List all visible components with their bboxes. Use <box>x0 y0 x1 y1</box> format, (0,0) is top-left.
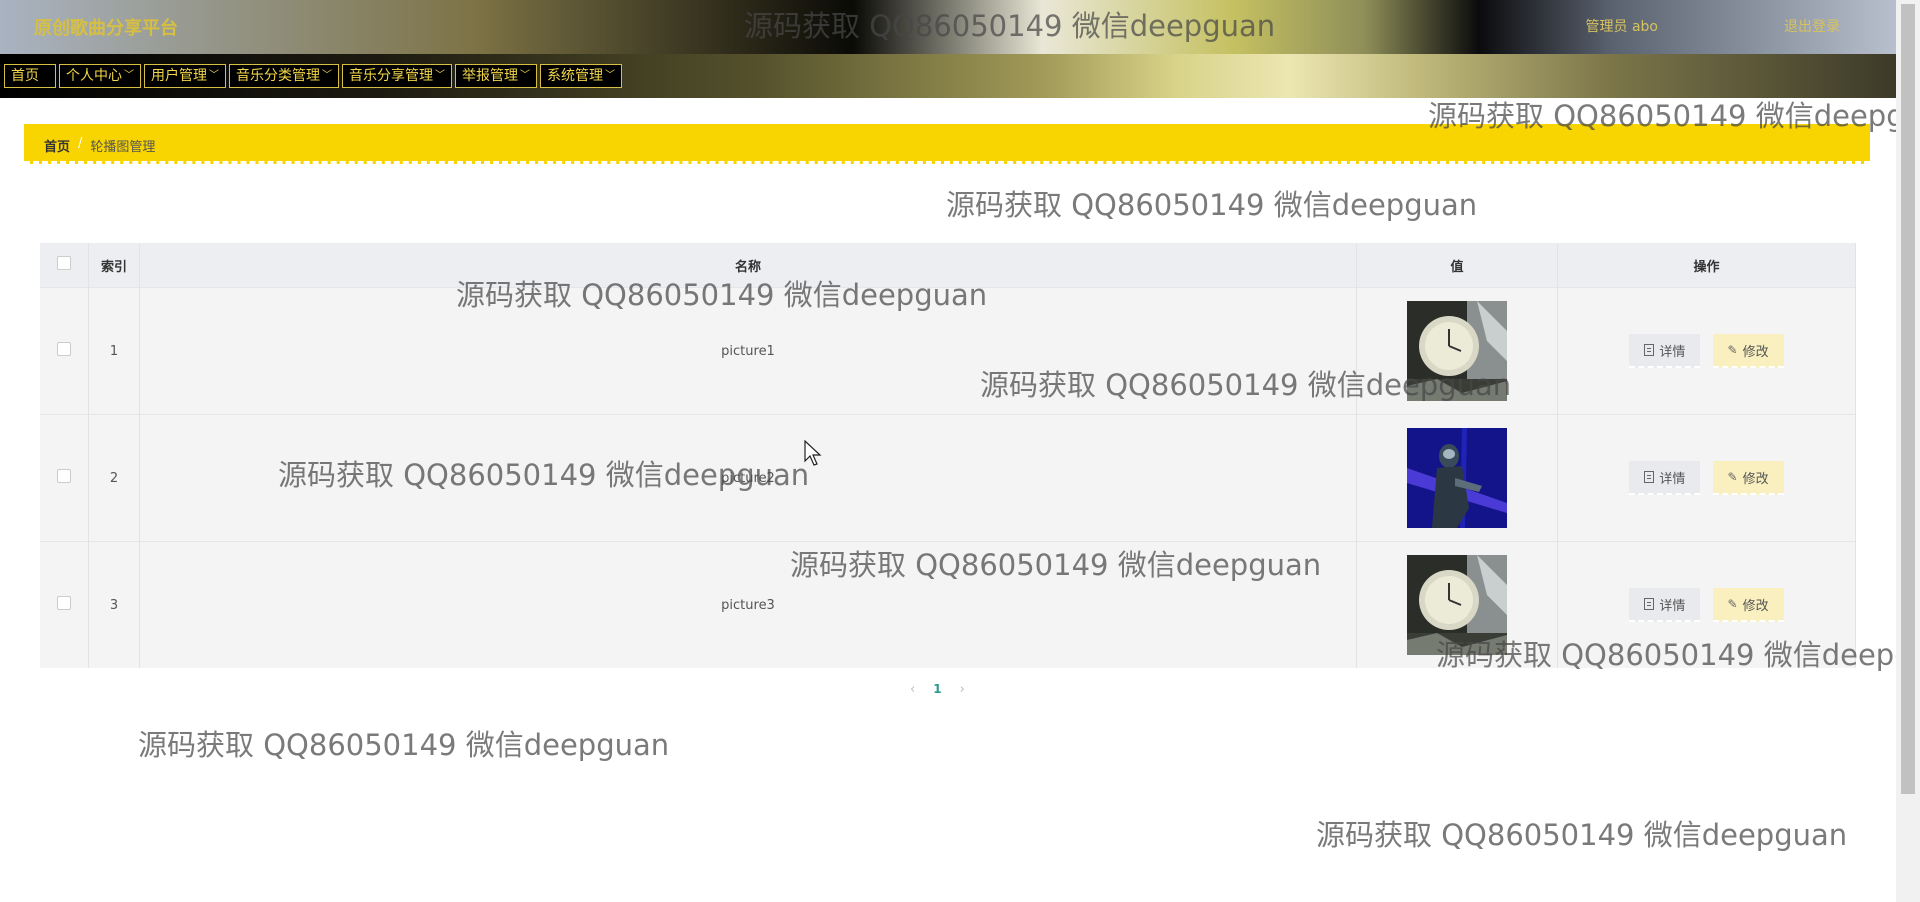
pagination-next[interactable]: › <box>960 682 965 697</box>
watermark-text: 源码获取 QQ86050149 微信deepguan <box>946 188 1478 222</box>
select-all-cell <box>40 243 89 288</box>
row-name: picture3 <box>139 541 1357 668</box>
column-header-name: 名称 <box>139 243 1357 288</box>
row-checkbox[interactable] <box>57 469 71 483</box>
mouse-cursor-icon <box>804 440 822 466</box>
detail-button[interactable]: 详情 <box>1629 461 1701 495</box>
chevron-down-icon: ﹀ <box>435 70 445 81</box>
row-checkbox[interactable] <box>57 342 71 356</box>
table-row: 3 picture3 详情 ✎ 修改 <box>40 541 1856 668</box>
detail-button-label: 详情 <box>1659 471 1686 487</box>
row-image-cell <box>1356 414 1558 542</box>
chevron-down-icon: ﹀ <box>520 70 530 81</box>
detail-button[interactable]: 详情 <box>1629 588 1701 622</box>
carousel-table: 索引 名称 值 操作 1 picture1 详情 ✎ 修改 2 picture2… <box>40 243 1856 668</box>
row-actions-cell: 详情 ✎ 修改 <box>1557 287 1856 415</box>
chevron-down-icon: ﹀ <box>209 70 219 81</box>
edit-button[interactable]: ✎ 修改 <box>1712 588 1784 622</box>
row-name: picture1 <box>139 287 1357 415</box>
row-select-cell <box>40 414 89 542</box>
nav-item-label: 首页 <box>11 68 39 84</box>
chevron-down-icon: ﹀ <box>322 70 332 81</box>
select-all-checkbox[interactable] <box>57 256 71 270</box>
table-row: 1 picture1 详情 ✎ 修改 <box>40 287 1856 415</box>
row-actions-cell: 详情 ✎ 修改 <box>1557 414 1856 542</box>
row-actions-cell: 详情 ✎ 修改 <box>1557 541 1856 668</box>
pencil-icon: ✎ <box>1727 343 1738 357</box>
nav-item-label: 音乐分类管理 <box>236 68 320 84</box>
detail-button-label: 详情 <box>1659 598 1686 614</box>
pencil-icon: ✎ <box>1727 470 1738 484</box>
pagination: ‹ 1 › <box>910 682 965 697</box>
pagination-prev[interactable]: ‹ <box>910 682 915 697</box>
row-checkbox[interactable] <box>57 596 71 610</box>
row-select-cell <box>40 541 89 668</box>
document-icon <box>1644 344 1655 356</box>
scrollbar-thumb[interactable] <box>1901 4 1915 794</box>
nav-item-music-category-management[interactable]: 音乐分类管理 ﹀ <box>229 64 339 88</box>
edit-button-label: 修改 <box>1742 344 1769 360</box>
row-select-cell <box>40 287 89 415</box>
clock-thumbnail-image <box>1407 301 1507 401</box>
edit-button[interactable]: ✎ 修改 <box>1712 334 1784 368</box>
chevron-down-icon: ﹀ <box>605 70 615 81</box>
column-header-index: 索引 <box>88 243 140 288</box>
pagination-page[interactable]: 1 <box>933 682 941 697</box>
watermark-text: 源码获取 QQ86050149 微信deepguan <box>138 728 670 762</box>
row-index: 2 <box>88 414 140 542</box>
admin-user-label: 管理员 abo <box>1585 19 1658 35</box>
main-nav: 首页 个人中心 ﹀ 用户管理 ﹀ 音乐分类管理 ﹀ 音乐分享管理 ﹀ 举报管理 … <box>0 54 1896 98</box>
row-image-cell <box>1356 541 1558 668</box>
row-index: 3 <box>88 541 140 668</box>
logout-link[interactable]: 退出登录 <box>1784 16 1840 36</box>
column-header-actions: 操作 <box>1557 243 1856 288</box>
vertical-scrollbar[interactable] <box>1896 0 1920 902</box>
table-header-row: 索引 名称 值 操作 <box>40 243 1856 288</box>
breadcrumb-current: 轮播图管理 <box>90 140 156 155</box>
nav-item-label: 个人中心 <box>66 68 122 84</box>
nav-item-user-management[interactable]: 用户管理 ﹀ <box>144 64 226 88</box>
nav-item-label: 音乐分享管理 <box>349 68 433 84</box>
detail-button[interactable]: 详情 <box>1629 334 1701 368</box>
nav-item-system-management[interactable]: 系统管理 ﹀ <box>540 64 622 88</box>
edit-button-label: 修改 <box>1742 598 1769 614</box>
nav-item-personal-center[interactable]: 个人中心 ﹀ <box>59 64 141 88</box>
nav-item-label: 用户管理 <box>151 68 207 84</box>
breadcrumb-separator: / <box>78 136 83 151</box>
watermark-text: 源码获取 QQ86050149 微信deepguan <box>1316 818 1848 852</box>
brand-title: 原创歌曲分享平台 <box>34 18 178 39</box>
table-row: 2 picture2 详情 ✎ 修改 <box>40 414 1856 542</box>
nav-item-music-share-management[interactable]: 音乐分享管理 ﹀ <box>342 64 452 88</box>
blue-figure-thumbnail-image <box>1407 428 1507 528</box>
pencil-icon: ✎ <box>1727 597 1738 611</box>
nav-item-label: 系统管理 <box>547 68 603 84</box>
breadcrumb: 首页 / 轮播图管理 <box>44 136 155 155</box>
detail-button-label: 详情 <box>1659 344 1686 360</box>
top-header: 原创歌曲分享平台 管理员 abo 退出登录 <box>0 0 1896 54</box>
nav-item-label: 举报管理 <box>462 68 518 84</box>
row-name: picture2 <box>139 414 1357 542</box>
breadcrumb-home[interactable]: 首页 <box>44 136 70 155</box>
edit-button-label: 修改 <box>1742 471 1769 487</box>
chevron-down-icon: ﹀ <box>124 70 134 81</box>
document-icon <box>1644 471 1655 483</box>
column-header-value: 值 <box>1356 243 1558 288</box>
nav-item-home[interactable]: 首页 <box>4 64 56 88</box>
clock-thumbnail-image <box>1407 555 1507 655</box>
row-image-cell <box>1356 287 1558 415</box>
breadcrumb-bar: 首页 / 轮播图管理 <box>24 124 1870 164</box>
row-index: 1 <box>88 287 140 415</box>
document-icon <box>1644 598 1655 610</box>
nav-item-report-management[interactable]: 举报管理 ﹀ <box>455 64 537 88</box>
edit-button[interactable]: ✎ 修改 <box>1712 461 1784 495</box>
